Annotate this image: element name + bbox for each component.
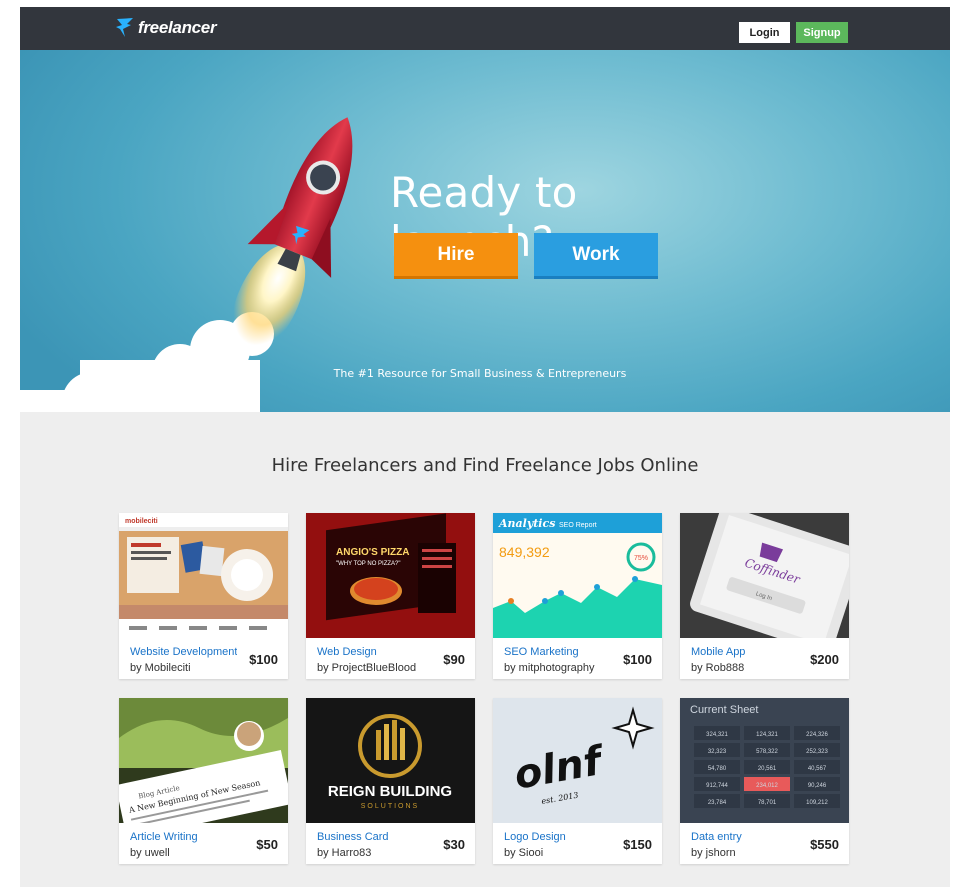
project-card-business-card[interactable]: REIGN BUILDING SOLUTIONS Business Card b… <box>306 698 475 864</box>
project-card-article-writing[interactable]: Blog Article A New Beginning of New Seas… <box>119 698 288 864</box>
project-title[interactable]: Web Design <box>317 646 377 658</box>
project-author: by Harro83 <box>317 847 372 859</box>
sheet-cell-value: 124,321 <box>756 732 778 738</box>
project-title[interactable]: Article Writing <box>130 831 198 843</box>
website-thumb-brand: mobileciti <box>125 518 158 525</box>
logo-design-thumbnail: olnf est. 2013 <box>493 698 662 823</box>
data-entry-thumbnail: Current Sheet 324,321 124,321 224,326 32,32… <box>680 698 849 823</box>
sheet-cell-value: 20,561 <box>758 766 777 772</box>
project-title[interactable]: Website Development <box>130 646 237 658</box>
project-card-logo-design[interactable]: olnf est. 2013 Logo Design by Siooi $150 <box>493 698 662 864</box>
project-title[interactable]: Data entry <box>691 831 742 843</box>
sheet-cell-value: 54,780 <box>708 766 727 772</box>
project-title[interactable]: Business Card <box>317 831 389 843</box>
project-author: by jshorn <box>691 847 736 859</box>
hero-banner: Ready to launch? Hire Work The #1 Resour… <box>20 50 950 412</box>
dataentry-sheet: 324,321 124,321 224,326 32,323 578,322 252,32… <box>694 726 840 808</box>
project-title[interactable]: Mobile App <box>691 646 745 658</box>
seo-thumb-brand: Analytics <box>498 517 555 530</box>
sheet-cell-value: 109,212 <box>806 800 828 806</box>
project-card-mobile-app[interactable]: Coffinder Log In Mobile App by Rob888 $2… <box>680 513 849 679</box>
login-button[interactable]: Login <box>739 22 790 43</box>
project-price: $90 <box>443 652 465 667</box>
project-author: by mitphotography <box>504 662 595 674</box>
project-price: $200 <box>810 652 839 667</box>
seo-thumb-figure: 849,392 <box>499 544 550 560</box>
sheet-cell-value: 252,323 <box>806 749 828 755</box>
project-price: $100 <box>249 652 278 667</box>
dataentry-thumb-heading: Current Sheet <box>690 704 758 716</box>
section-title: Hire Freelancers and Find Freelance Jobs… <box>271 455 699 476</box>
project-card-web-design[interactable]: ANGIO'S PIZZA "WHY TOP NO PIZZA?" Web De… <box>306 513 475 679</box>
freelancer-bird-icon <box>116 18 133 37</box>
sheet-cell-value: 40,567 <box>808 766 827 772</box>
seo-thumb-sub: SEO Report <box>559 522 597 529</box>
project-price: $150 <box>623 837 652 852</box>
hero-tagline: The #1 Resource for Small Business & Ent… <box>333 367 627 380</box>
article-writing-thumbnail: Blog Article A New Beginning of New Seas… <box>119 698 288 823</box>
website-development-thumbnail: mobileciti <box>119 513 288 638</box>
businesscard-thumb-sub: SOLUTIONS <box>361 803 419 810</box>
web-design-thumbnail: ANGIO'S PIZZA "WHY TOP NO PIZZA?" <box>306 513 475 638</box>
sheet-cell-value: 224,326 <box>806 732 828 738</box>
project-price: $100 <box>623 652 652 667</box>
brand-logo[interactable]: freelancer <box>115 16 217 40</box>
project-card-website-development[interactable]: mobileciti Website Development by Mobile… <box>119 513 288 679</box>
sheet-cell-value: 912,744 <box>706 783 728 789</box>
work-button[interactable]: Work <box>534 233 658 279</box>
hire-button[interactable]: Hire <box>394 233 518 279</box>
seo-thumb-percent: 75% <box>634 555 648 562</box>
project-price: $30 <box>443 837 465 852</box>
mobile-app-thumbnail: Coffinder Log In <box>680 513 849 638</box>
sheet-cell-value: 23,784 <box>708 800 727 806</box>
webdesign-thumb-sub: "WHY TOP NO PIZZA?" <box>336 561 401 567</box>
project-card-seo-marketing[interactable]: Analytics SEO Report 849,392 75% SEO Mar… <box>493 513 662 679</box>
project-title[interactable]: Logo Design <box>504 831 566 843</box>
project-author: by Mobileciti <box>130 662 191 674</box>
sheet-cell-value: 90,246 <box>808 783 827 789</box>
project-price: $550 <box>810 837 839 852</box>
project-grid: mobileciti Website Development by Mobile… <box>119 513 850 864</box>
signup-button[interactable]: Signup <box>796 22 848 43</box>
brand-name: freelancer <box>138 18 217 37</box>
page-frame: freelancer Login Signup Ready to Hire Wo… <box>20 7 950 887</box>
project-author: by ProjectBlueBlood <box>317 662 417 674</box>
business-card-thumbnail: REIGN BUILDING SOLUTIONS <box>306 698 475 823</box>
project-author: by uwell <box>130 847 170 859</box>
rocket-icon <box>20 117 353 412</box>
project-card-data-entry[interactable]: Current Sheet 324,321 124,321 224,326 32,32… <box>680 698 849 864</box>
project-title[interactable]: SEO Marketing <box>504 646 579 658</box>
seo-marketing-thumbnail: Analytics SEO Report 849,392 75% <box>493 513 662 638</box>
sheet-cell-value: 578,322 <box>756 749 778 755</box>
project-price: $50 <box>256 837 278 852</box>
businesscard-thumb-heading: REIGN BUILDING <box>328 783 452 800</box>
webdesign-thumb-heading: ANGIO'S PIZZA <box>336 547 410 558</box>
top-navbar: freelancer Login Signup <box>20 7 950 50</box>
sheet-cell-value: 324,321 <box>706 732 728 738</box>
sheet-cell-value: 234,012 <box>756 783 778 789</box>
sheet-cell-value: 78,701 <box>758 800 777 806</box>
project-author: by Siooi <box>504 847 544 859</box>
project-author: by Rob888 <box>691 662 745 674</box>
sheet-cell-value: 32,323 <box>708 749 727 755</box>
